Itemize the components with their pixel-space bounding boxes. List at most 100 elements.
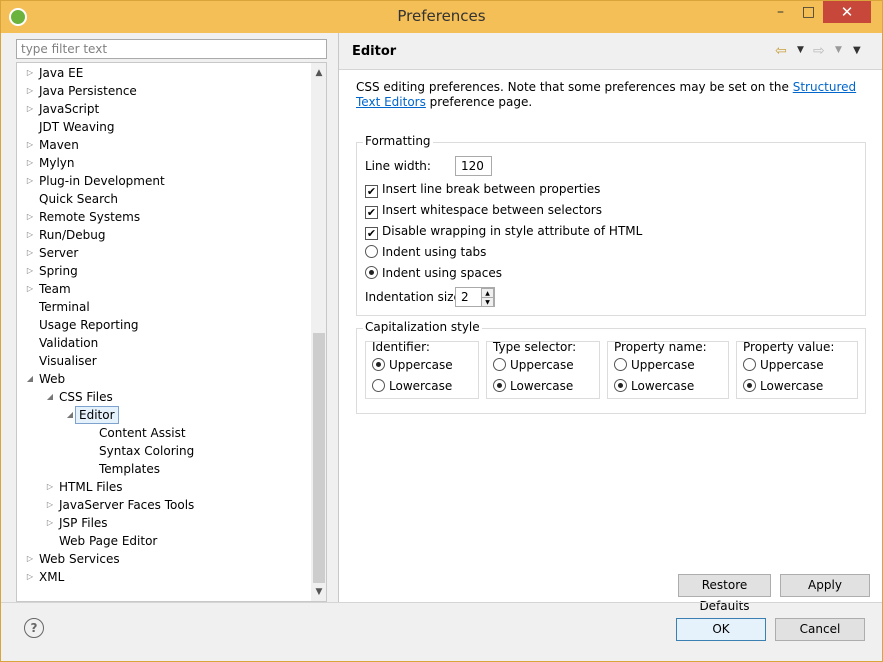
tree-item[interactable]: ▷ XML xyxy=(17,568,309,586)
identifier-lowercase[interactable]: Lowercase xyxy=(372,377,452,395)
checkbox[interactable]: ✔ xyxy=(365,185,378,198)
tree-item[interactable]: Usage Reporting xyxy=(17,316,309,334)
tree-item[interactable]: ▷ Remote Systems xyxy=(17,208,309,226)
collapsed-twisty-icon[interactable]: ▷ xyxy=(25,262,35,280)
check-line-break[interactable]: ✔ Insert line break between properties xyxy=(365,180,600,198)
arrow-left-icon[interactable]: ⇦ xyxy=(775,43,787,59)
tree-item[interactable]: ◢ CSS Files xyxy=(17,388,309,406)
collapsed-twisty-icon[interactable]: ▷ xyxy=(25,226,35,244)
tree-item[interactable]: Templates xyxy=(17,460,309,478)
radio[interactable] xyxy=(372,358,385,371)
tree-item[interactable]: ◢ Web xyxy=(17,370,309,388)
tree-item[interactable]: JDT Weaving xyxy=(17,118,309,136)
arrow-right-icon[interactable]: ⇨ xyxy=(813,43,825,59)
radio[interactable] xyxy=(365,266,378,279)
collapsed-twisty-icon[interactable]: ▷ xyxy=(45,478,55,496)
collapsed-twisty-icon[interactable]: ▷ xyxy=(25,100,35,118)
tree-item[interactable]: ▷ Run/Debug xyxy=(17,226,309,244)
collapsed-twisty-icon[interactable]: ▷ xyxy=(25,568,35,586)
chevron-down-icon[interactable]: ▼ xyxy=(797,45,804,55)
line-width-field[interactable]: 120 xyxy=(455,156,492,176)
radio-label: Indent using spaces xyxy=(382,266,502,280)
ok-button[interactable]: OK xyxy=(676,618,766,641)
collapsed-twisty-icon[interactable]: ▷ xyxy=(25,136,35,154)
maximize-button[interactable]: □ xyxy=(795,1,822,23)
radio[interactable] xyxy=(493,379,506,392)
radio-label: Indent using tabs xyxy=(382,245,487,259)
collapsed-twisty-icon[interactable]: ▷ xyxy=(25,208,35,226)
tree-item[interactable]: ▷ HTML Files xyxy=(17,478,309,496)
radio[interactable] xyxy=(614,358,627,371)
tree-item[interactable]: Terminal xyxy=(17,298,309,316)
tree-item-label: Web Page Editor xyxy=(59,534,158,548)
tree-item[interactable]: ▷ Server xyxy=(17,244,309,262)
property-value-uppercase[interactable]: Uppercase xyxy=(743,356,824,374)
tree-item[interactable]: ▷ Java EE xyxy=(17,64,309,82)
apply-button[interactable]: Apply xyxy=(780,574,870,597)
check-whitespace[interactable]: ✔ Insert whitespace between selectors xyxy=(365,201,602,219)
identifier-uppercase[interactable]: Uppercase xyxy=(372,356,453,374)
expanded-twisty-icon[interactable]: ◢ xyxy=(25,370,35,388)
tree-item-label: CSS Files xyxy=(59,390,113,404)
tree-item[interactable]: ▷ Spring xyxy=(17,262,309,280)
tree-item[interactable]: Syntax Coloring xyxy=(17,442,309,460)
checkbox[interactable]: ✔ xyxy=(365,206,378,219)
checkbox[interactable]: ✔ xyxy=(365,227,378,240)
scroll-up-icon[interactable]: ▲ xyxy=(311,65,326,81)
radio-indent-spaces[interactable]: Indent using spaces xyxy=(365,264,502,282)
tree-item-label: Remote Systems xyxy=(39,210,141,224)
tree-item[interactable]: ◢ Editor xyxy=(17,406,309,424)
view-menu-icon[interactable]: ▼ xyxy=(853,45,861,56)
tree-item[interactable]: ▷ Maven xyxy=(17,136,309,154)
tree-scrollbar[interactable]: ▲ ▼ xyxy=(311,63,326,601)
radio[interactable] xyxy=(372,379,385,392)
property-value-lowercase[interactable]: Lowercase xyxy=(743,377,823,395)
collapsed-twisty-icon[interactable]: ▷ xyxy=(25,280,35,298)
tree-item[interactable]: ▷ Java Persistence xyxy=(17,82,309,100)
tree-item[interactable]: ▷ JavaServer Faces Tools xyxy=(17,496,309,514)
scroll-thumb[interactable] xyxy=(313,333,325,583)
radio[interactable] xyxy=(743,379,756,392)
radio[interactable] xyxy=(493,358,506,371)
property-name-uppercase[interactable]: Uppercase xyxy=(614,356,695,374)
collapsed-twisty-icon[interactable]: ▷ xyxy=(25,244,35,262)
cancel-button[interactable]: Cancel xyxy=(775,618,865,641)
help-icon[interactable]: ? xyxy=(24,618,44,638)
chevron-down-icon[interactable]: ▼ xyxy=(835,45,842,55)
radio[interactable] xyxy=(614,379,627,392)
radio[interactable] xyxy=(365,245,378,258)
tree-item[interactable]: Quick Search xyxy=(17,190,309,208)
minimize-button[interactable]: – xyxy=(767,1,794,23)
filter-input[interactable] xyxy=(16,39,327,59)
restore-defaults-button[interactable]: Restore Defaults xyxy=(678,574,771,613)
radio-indent-tabs[interactable]: Indent using tabs xyxy=(365,243,486,261)
tree-item[interactable]: ▷ JavaScript xyxy=(17,100,309,118)
tree-item[interactable]: Visualiser xyxy=(17,352,309,370)
radio[interactable] xyxy=(743,358,756,371)
type-selector-lowercase[interactable]: Lowercase xyxy=(493,377,573,395)
close-button[interactable]: ✕ xyxy=(823,1,871,23)
collapsed-twisty-icon[interactable]: ▷ xyxy=(45,514,55,532)
tree-item[interactable]: Validation xyxy=(17,334,309,352)
scroll-down-icon[interactable]: ▼ xyxy=(311,584,326,600)
expanded-twisty-icon[interactable]: ◢ xyxy=(45,388,55,406)
collapsed-twisty-icon[interactable]: ▷ xyxy=(45,496,55,514)
collapsed-twisty-icon[interactable]: ▷ xyxy=(25,64,35,82)
property-name-lowercase[interactable]: Lowercase xyxy=(614,377,694,395)
tree-item[interactable]: ▷ JSP Files xyxy=(17,514,309,532)
tree-item[interactable]: ▷ Web Services xyxy=(17,550,309,568)
collapsed-twisty-icon[interactable]: ▷ xyxy=(25,82,35,100)
collapsed-twisty-icon[interactable]: ▷ xyxy=(25,172,35,190)
tree-item[interactable]: Web Page Editor xyxy=(17,532,309,550)
tree-item[interactable]: ▷ Mylyn xyxy=(17,154,309,172)
collapsed-twisty-icon[interactable]: ▷ xyxy=(25,154,35,172)
type-selector-uppercase[interactable]: Uppercase xyxy=(493,356,574,374)
tree-item[interactable]: ▷ Plug-in Development xyxy=(17,172,309,190)
tree-item[interactable]: Content Assist xyxy=(17,424,309,442)
indent-size-label: Indentation size: xyxy=(365,290,465,304)
spin-down-icon[interactable]: ▼ xyxy=(481,297,494,307)
expanded-twisty-icon[interactable]: ◢ xyxy=(65,406,75,424)
check-disable-wrapping[interactable]: ✔ Disable wrapping in style attribute of … xyxy=(365,222,642,240)
collapsed-twisty-icon[interactable]: ▷ xyxy=(25,550,35,568)
tree-item[interactable]: ▷ Team xyxy=(17,280,309,298)
